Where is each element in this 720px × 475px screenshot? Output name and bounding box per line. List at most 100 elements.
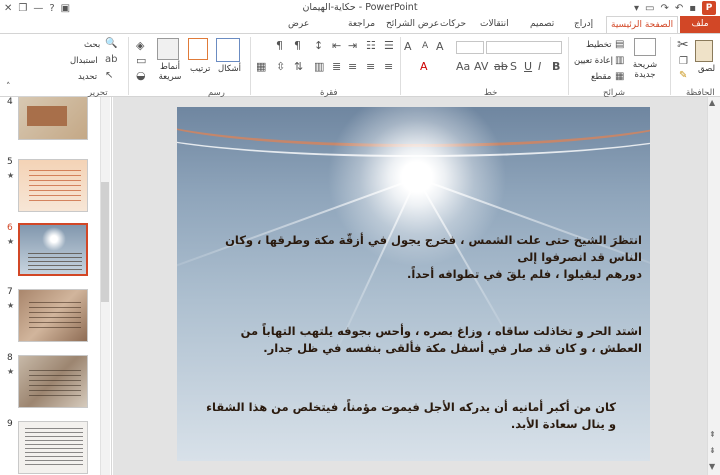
shape-fill-icon[interactable]: ◈: [136, 39, 144, 52]
align-left-icon[interactable]: ≡: [348, 60, 357, 73]
thumbnail-scrollbar-thumb[interactable]: [101, 182, 109, 302]
tab-view[interactable]: عرض: [284, 16, 313, 33]
animation-star-icon: ★: [7, 237, 15, 246]
paragraph-line: اشتد الحر و تخاذلت ساقاه ، وزاغ بصره ، و…: [240, 324, 642, 338]
change-case-icon[interactable]: Aa: [456, 60, 470, 73]
tab-insert[interactable]: إدراج: [570, 16, 597, 33]
font-name-select[interactable]: [486, 41, 562, 54]
align-right-icon[interactable]: ≡: [384, 60, 393, 73]
align-text-icon[interactable]: ⇳: [276, 60, 285, 73]
tab-review[interactable]: مراجعة: [344, 16, 379, 33]
slide-thumbnail-5[interactable]: [18, 159, 88, 212]
slide-thumbnail-8[interactable]: [18, 355, 88, 408]
paragraph-line: انتظرَ الشيخ حتى علت الشمس ، فخرج يجول ف…: [225, 233, 642, 247]
find-icon[interactable]: 🔍: [105, 38, 117, 49]
select-button[interactable]: تحديد: [78, 72, 97, 82]
shrink-font-icon[interactable]: A: [422, 41, 428, 51]
underline-icon[interactable]: U: [524, 60, 532, 73]
find-button[interactable]: بحث: [84, 40, 100, 50]
slide-thumbnail-9[interactable]: [18, 421, 88, 474]
font-color-icon[interactable]: A: [420, 60, 428, 73]
justify-icon[interactable]: ≣: [332, 60, 341, 73]
scroll-up-arrow-icon[interactable]: ▲: [709, 98, 715, 107]
slide-thumbnail-4[interactable]: [18, 97, 88, 140]
ribbon: ✂ لصق ❐ ✎ الحافظة شريحة جديدة تخطيط إعاد…: [0, 33, 720, 98]
thumbnail-number: 4: [7, 97, 13, 107]
collapse-ribbon-icon[interactable]: ˄: [6, 82, 11, 92]
editor-vertical-scrollbar[interactable]: [707, 97, 720, 475]
character-spacing-icon[interactable]: AV: [474, 60, 488, 73]
tab-design[interactable]: تصميم: [526, 16, 558, 33]
shape-effects-icon[interactable]: ◒: [136, 69, 146, 82]
slide-text-paragraph-1[interactable]: انتظرَ الشيخ حتى علت الشمس ، فخرج يجول ف…: [202, 232, 642, 283]
copy-icon[interactable]: ❐: [679, 56, 688, 67]
numbering-icon[interactable]: ☷: [366, 39, 376, 52]
font-size-select[interactable]: [456, 41, 484, 54]
layout-button[interactable]: تخطيط: [586, 40, 611, 50]
ribbon-separator: [250, 37, 251, 95]
powerpoint-logo-icon: P: [702, 1, 716, 15]
ribbon-separator: [400, 37, 401, 95]
decrease-indent-icon[interactable]: ⇤: [332, 39, 341, 52]
replace-icon[interactable]: ab: [105, 54, 117, 65]
new-slide-button-label[interactable]: شريحة جديدة: [629, 60, 661, 80]
slide-thumbnail-7[interactable]: [18, 289, 88, 342]
replace-button[interactable]: استبدال: [70, 56, 98, 66]
scroll-down-arrow-icon[interactable]: ▼: [709, 462, 715, 471]
strikethrough-icon[interactable]: ab: [494, 60, 508, 73]
ltr-icon[interactable]: ¶: [276, 39, 283, 52]
animation-star-icon: ★: [7, 171, 15, 180]
paste-icon[interactable]: [695, 40, 713, 62]
quick-styles-icon[interactable]: [157, 38, 179, 60]
customize-qat-icon[interactable]: ▾: [634, 3, 639, 14]
save-icon[interactable]: ▪: [689, 3, 696, 14]
columns-icon[interactable]: ▥: [314, 60, 324, 73]
align-center-icon[interactable]: ≡: [366, 60, 375, 73]
undo-icon[interactable]: ↶: [675, 3, 683, 14]
arrange-icon[interactable]: [188, 38, 208, 60]
shadow-icon[interactable]: S: [510, 60, 517, 73]
increase-indent-icon[interactable]: ⇥: [348, 39, 357, 52]
start-slideshow-icon[interactable]: ▭: [645, 3, 654, 14]
slide-text-paragraph-3[interactable]: كان من أكبر أمانيه أن يدركه الأجل فيموت …: [196, 399, 616, 433]
rtl-icon[interactable]: ¶: [294, 39, 301, 52]
quick-styles-button-label[interactable]: أنماط سريعة: [158, 62, 182, 82]
grow-font-icon[interactable]: A: [436, 40, 444, 53]
section-button[interactable]: مقطع: [591, 72, 611, 82]
bullets-icon[interactable]: ☰: [384, 39, 394, 52]
bold-icon[interactable]: B: [552, 60, 560, 73]
previous-slide-arrow-icon[interactable]: ⇞: [709, 430, 716, 439]
next-slide-arrow-icon[interactable]: ⇟: [709, 446, 716, 455]
italic-icon[interactable]: I: [538, 60, 541, 73]
redo-icon[interactable]: ↷: [660, 3, 668, 14]
cut-icon[interactable]: ✂: [677, 37, 689, 53]
tab-home[interactable]: الصفحة الرئيسية: [606, 16, 679, 33]
shapes-button-label[interactable]: أشكال: [218, 64, 241, 74]
paragraph-line: الناس قد انصرفوا إلى: [517, 250, 642, 264]
slide-text-paragraph-2[interactable]: اشتد الحر و تخاذلت ساقاه ، وزاغ بصره ، و…: [202, 323, 642, 357]
ribbon-separator: [568, 37, 569, 95]
tab-transitions[interactable]: انتقالات: [476, 16, 513, 33]
shape-outline-icon[interactable]: ▭: [136, 54, 146, 67]
window-title: حكاية-الهيمان - PowerPoint: [302, 2, 418, 13]
paragraph-line: العطش ، و كان قد صار في أسفل مكة فألقى ب…: [263, 341, 642, 355]
line-spacing-icon[interactable]: ↕: [314, 39, 323, 52]
text-direction-icon[interactable]: ⇅: [294, 60, 303, 73]
select-icon[interactable]: ↖: [105, 70, 113, 81]
tab-file[interactable]: ملف: [680, 16, 720, 33]
ribbon-tab-bar: malak-zedan ملف الصفحة الرئيسية إدراج تص…: [0, 16, 720, 46]
shapes-icon[interactable]: [216, 38, 240, 62]
arrange-button-label[interactable]: ترتيب: [190, 64, 210, 74]
new-slide-icon[interactable]: [634, 38, 656, 56]
current-slide[interactable]: انتظرَ الشيخ حتى علت الشمس ، فخرج يجول ف…: [177, 107, 650, 461]
slide-thumbnail-6[interactable]: [18, 223, 88, 276]
reset-button[interactable]: إعادة تعيين: [574, 56, 613, 66]
clear-formatting-icon[interactable]: A: [404, 40, 412, 53]
paste-button-label[interactable]: لصق: [698, 64, 715, 74]
thumbnail-number: 8: [7, 353, 13, 363]
tab-slideshow[interactable]: عرض الشرائح: [382, 16, 443, 33]
slide-thumbnail-pane: 4 5 ★ 6 ★ 7 ★ 8 ★ 9: [0, 97, 112, 475]
format-painter-icon[interactable]: ✎: [679, 70, 687, 81]
smartart-icon[interactable]: ▦: [256, 60, 266, 73]
animation-star-icon: ★: [7, 301, 15, 310]
